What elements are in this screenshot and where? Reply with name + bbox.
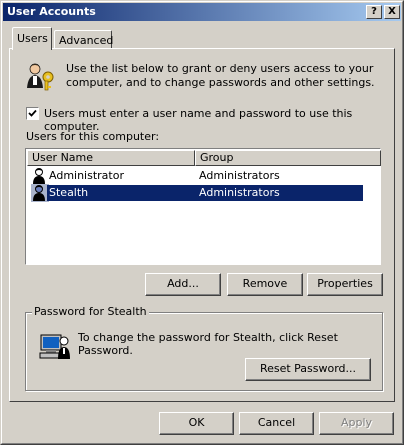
ok-button[interactable]: OK [159,412,234,435]
group-cell: Administrators [199,169,280,182]
password-instructions: To change the password for Stealth, clic… [78,331,338,357]
window-title: User Accounts [7,5,96,18]
add-user-button[interactable]: Add... [145,273,221,296]
users-list-label: Users for this computer: [26,130,160,143]
users-list[interactable]: User Name Group Administrator Administra… [25,148,381,265]
checkmark-icon [28,109,37,117]
computer-user-icon [38,329,72,363]
tab-users[interactable]: Users [12,27,52,50]
properties-button[interactable]: Properties [307,273,383,296]
reset-password-button[interactable]: Reset Password... [245,358,371,381]
close-button[interactable]: X [384,5,400,19]
intro-text: Use the list below to grant or deny user… [66,62,375,89]
apply-button[interactable]: Apply [319,412,394,435]
title-bar[interactable]: User Accounts ? X [3,3,401,21]
user-name-cell: Stealth [47,185,195,201]
table-row[interactable]: Administrator Administrators [27,167,363,185]
cancel-button[interactable]: Cancel [239,412,314,435]
help-button[interactable]: ? [366,5,382,19]
user-accounts-window: User Accounts ? X Users Advanced Use the… [0,0,404,445]
users-tab-panel: Use the list below to grant or deny user… [9,48,395,402]
tab-advanced[interactable]: Advanced [54,30,113,50]
require-login-checkbox[interactable] [26,107,39,120]
column-header-group[interactable]: Group [195,150,381,166]
password-groupbox: Password for Stealth To change the passw… [25,305,383,391]
users-key-icon [24,61,58,93]
remove-user-button[interactable]: Remove [227,273,303,296]
group-cell: Administrators [195,185,363,201]
column-header-user-name[interactable]: User Name [27,150,195,166]
user-name-cell: Administrator [49,169,124,182]
password-groupbox-title: Password for Stealth [32,305,149,318]
table-row[interactable]: Stealth Administrators [27,184,363,202]
